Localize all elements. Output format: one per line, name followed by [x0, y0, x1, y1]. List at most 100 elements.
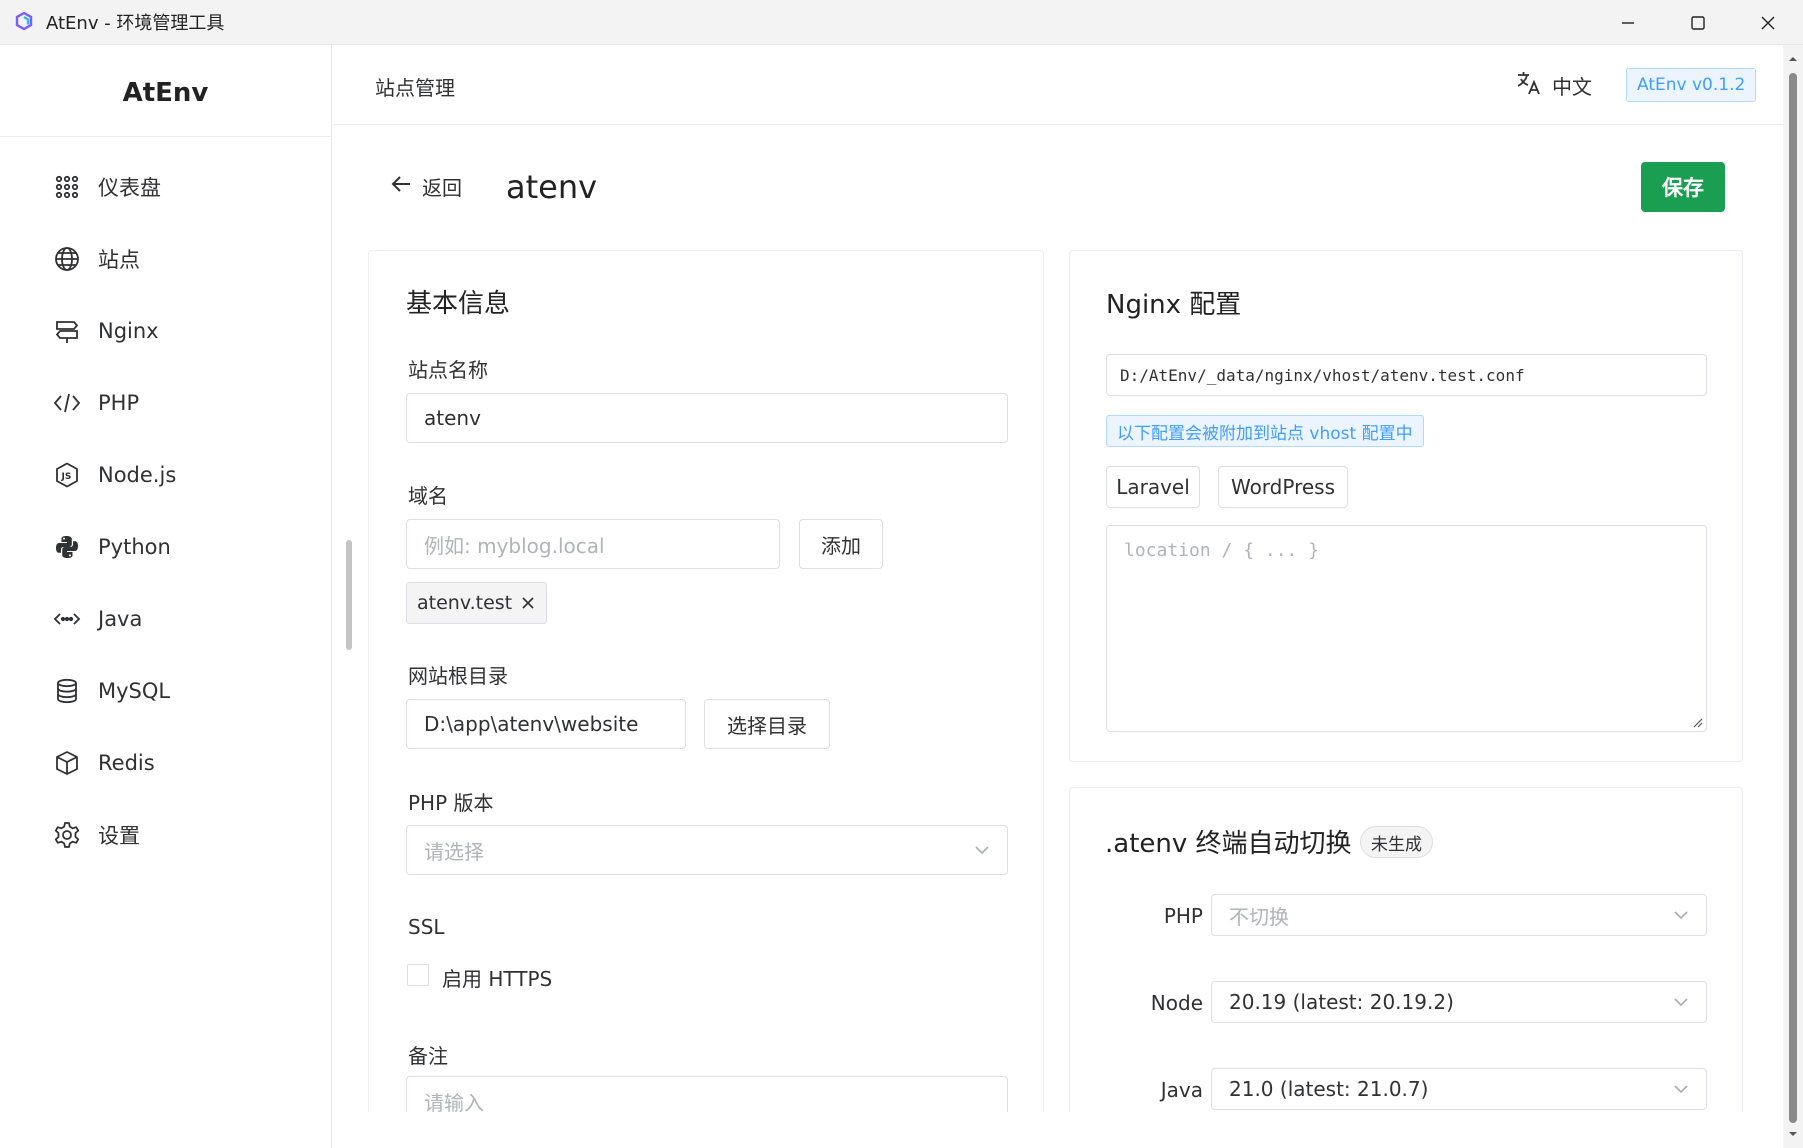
textarea-placeholder: location / { ... }	[1124, 540, 1320, 561]
sidebar-item-label: Nginx	[98, 319, 159, 343]
web-root-input[interactable]: D:\app\atenv\website	[406, 699, 686, 749]
back-button[interactable]: 返回	[390, 172, 462, 201]
sidebar-item-php[interactable]: PHP	[0, 367, 331, 439]
basic-info-title: 基本信息	[406, 289, 511, 319]
signpost-icon	[52, 316, 82, 346]
preset-wordpress-button[interactable]: WordPress	[1218, 466, 1348, 508]
add-domain-button[interactable]: 添加	[799, 519, 883, 569]
sidebar-scrollbar[interactable]	[346, 540, 352, 650]
maximize-icon	[1691, 15, 1705, 30]
sidebar-item-nginx[interactable]: Nginx	[0, 295, 331, 367]
java-icon	[52, 604, 82, 634]
sidebar-item-java[interactable]: Java	[0, 583, 331, 655]
java-switch-select[interactable]: 21.0 (latest: 21.0.7)	[1211, 1068, 1707, 1110]
minimize-button[interactable]	[1593, 0, 1663, 45]
sidebar-item-mysql[interactable]: MySQL	[0, 655, 331, 727]
domain-input[interactable]: 例如: myblog.local	[406, 519, 780, 569]
sidebar-item-label: Java	[98, 607, 143, 631]
window-title: AtEnv - 环境管理工具	[46, 13, 225, 34]
database-icon	[52, 676, 82, 706]
main-header: 站点管理 中文 AtEnv v0.1.2	[333, 45, 1783, 125]
version-badge: AtEnv v0.1.2	[1626, 68, 1757, 102]
globe-icon	[52, 244, 82, 274]
php-version-select[interactable]: 请选择	[406, 825, 1008, 875]
viewport-bottom-edge	[333, 1112, 1783, 1148]
chevron-down-icon	[975, 846, 989, 855]
terminal-switch-title: .atenv 终端自动切换	[1105, 829, 1352, 859]
breadcrumb: 站点管理	[375, 76, 455, 100]
python-icon	[52, 532, 82, 562]
nginx-config-title: Nginx 配置	[1106, 290, 1242, 320]
close-icon	[1761, 16, 1775, 29]
nginx-info-tag: 以下配置会被附加到站点 vhost 配置中	[1106, 415, 1424, 447]
title-bar: AtEnv - 环境管理工具	[0, 0, 1803, 45]
grid-icon	[52, 172, 82, 202]
nginx-config-card: Nginx 配置 D:/AtEnv/_data/nginx/vhost/aten…	[1069, 250, 1743, 762]
chevron-down-icon	[1674, 1085, 1688, 1094]
node-switch-value: 20.19 (latest: 20.19.2)	[1229, 990, 1454, 1014]
sidebar-item-label: Redis	[98, 751, 155, 775]
gear-icon	[52, 820, 82, 850]
save-button[interactable]: 保存	[1641, 162, 1725, 212]
sidebar-item-label: Python	[98, 535, 171, 559]
back-label: 返回	[422, 176, 462, 200]
php-switch-label: PHP	[1163, 904, 1203, 928]
php-switch-select[interactable]: 不切换	[1211, 894, 1707, 936]
minimize-icon	[1622, 21, 1634, 24]
language-label: 中文	[1552, 75, 1592, 99]
app-logo-icon	[15, 12, 33, 31]
sidebar-item-redis[interactable]: Redis	[0, 727, 331, 799]
https-checkbox[interactable]	[407, 964, 429, 986]
sidebar-nav: 仪表盘 站点 Nginx PHP JS Node.js Python Java …	[0, 137, 331, 871]
site-name-label: 站点名称	[408, 358, 488, 382]
nginx-conf-path-input[interactable]: D:/AtEnv/_data/nginx/vhost/atenv.test.co…	[1106, 354, 1707, 396]
chevron-down-icon	[1674, 911, 1688, 920]
code-icon	[52, 388, 82, 418]
sidebar-item-dashboard[interactable]: 仪表盘	[0, 151, 331, 223]
scroll-down-icon[interactable]	[1787, 1128, 1799, 1140]
preset-laravel-button[interactable]: Laravel	[1106, 466, 1200, 508]
sidebar-item-nodejs[interactable]: JS Node.js	[0, 439, 331, 511]
basic-info-card: 基本信息 站点名称 atenv 域名 例如: myblog.local 添加 a…	[368, 250, 1044, 1148]
sidebar-item-python[interactable]: Python	[0, 511, 331, 583]
sidebar-item-sites[interactable]: 站点	[0, 223, 331, 295]
resize-handle-icon[interactable]	[1691, 716, 1703, 728]
sidebar: AtEnv 仪表盘 站点 Nginx PHP JS Node.js Python…	[0, 45, 332, 1148]
php-switch-value: 不切换	[1229, 904, 1289, 929]
https-label[interactable]: 启用 HTTPS	[442, 963, 552, 992]
domain-tag: atenv.test	[406, 582, 548, 624]
sidebar-item-settings[interactable]: 设置	[0, 799, 331, 871]
arrow-left-icon	[390, 173, 412, 200]
php-version-placeholder: 请选择	[424, 839, 484, 864]
site-name-input[interactable]: atenv	[406, 393, 1008, 443]
scrollbar-thumb[interactable]	[1789, 73, 1797, 1123]
sidebar-item-label: 设置	[98, 824, 140, 848]
node-switch-select[interactable]: 20.19 (latest: 20.19.2)	[1211, 981, 1707, 1023]
domain-tag-label: atenv.test	[417, 592, 513, 614]
sidebar-item-label: MySQL	[98, 679, 171, 703]
language-switcher[interactable]: 中文	[1516, 70, 1592, 101]
maximize-button[interactable]	[1663, 0, 1733, 45]
sidebar-item-label: 站点	[98, 248, 140, 272]
scroll-up-icon[interactable]	[1787, 53, 1799, 65]
nodejs-icon: JS	[52, 460, 82, 490]
brand-title: AtEnv	[0, 45, 331, 137]
nginx-config-textarea[interactable]: location / { ... }	[1106, 525, 1707, 732]
choose-directory-button[interactable]: 选择目录	[704, 699, 830, 749]
php-version-label: PHP 版本	[408, 791, 494, 815]
main-scrollbar[interactable]	[1783, 45, 1803, 1148]
java-switch-label: Java	[1160, 1078, 1203, 1102]
svg-text:JS: JS	[61, 472, 72, 482]
ssl-label: SSL	[408, 915, 445, 939]
sidebar-item-label: PHP	[98, 391, 140, 415]
java-switch-value: 21.0 (latest: 21.0.7)	[1229, 1077, 1429, 1101]
chevron-down-icon	[1674, 998, 1688, 1007]
note-label: 备注	[408, 1044, 448, 1068]
web-root-label: 网站根目录	[408, 664, 508, 688]
cube-icon	[52, 748, 82, 778]
close-window-button[interactable]	[1733, 0, 1803, 45]
domain-label: 域名	[408, 484, 448, 508]
status-badge: 未生成	[1360, 826, 1433, 858]
sidebar-item-label: Node.js	[98, 463, 177, 487]
close-icon[interactable]	[520, 595, 536, 611]
